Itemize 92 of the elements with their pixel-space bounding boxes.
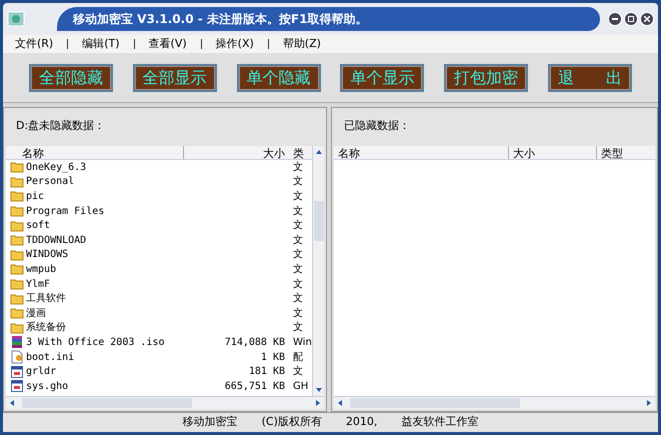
file-type: 文 [292,278,303,292]
toolbar-button[interactable]: 单个隐藏 [236,64,321,92]
toolbar-button[interactable]: 全部隐藏 [28,64,113,92]
file-type: 文 [292,292,303,306]
window-title: 移动加密宝 V3.1.0.0 - 未注册版本。按F1取得帮助。 [57,7,600,31]
file-name[interactable]: soft [26,218,50,234]
panel-title: 已隐藏数据： [344,118,410,134]
file-type: 配 [292,350,303,365]
file-name[interactable]: pic [26,188,44,204]
folder-icon [10,234,24,246]
app-icon [7,11,25,27]
column-header[interactable]: 大小 [184,146,289,159]
file-name[interactable]: sys.gho [26,378,68,394]
panel-title: D:盘未隐藏数据： [16,118,106,134]
program-file-icon [10,379,24,394]
file-name[interactable]: YlmF [26,276,50,292]
toolbar-button[interactable]: 打包加密 [444,64,528,92]
file-name[interactable]: grldr [26,364,56,380]
folder-icon [10,176,24,188]
toolbar-button[interactable]: 全部显示 [132,64,217,92]
toolbar-button[interactable]: 退 出 [548,64,632,92]
scrollbar-thumb[interactable] [350,398,520,408]
menu-item[interactable]: 操作(X) [216,36,254,52]
file-name[interactable]: OneKey_6.3 [26,160,86,175]
file-type: 文 [292,234,303,248]
file-type: 文 [292,218,303,234]
file-size: 665,751 KB [224,380,285,392]
file-type: 文 [292,262,303,277]
file-size: 1 KB [260,352,285,363]
scrollbar-thumb[interactable] [22,398,192,408]
file-type: 文 [292,190,303,204]
settings-file-icon [10,350,24,364]
folder-icon [10,205,24,218]
status-text: 2010, [346,414,378,430]
menu-item[interactable]: 查看(V) [148,36,187,52]
column-header[interactable]: 名称 [6,146,184,159]
status-text: (C)版权所有 [262,414,322,430]
folder-icon [10,292,24,305]
file-type: Win [292,336,312,350]
close-button[interactable] [640,12,654,26]
folder-icon [10,263,24,276]
file-type: 文 [292,364,303,380]
folder-icon [10,322,24,334]
horizontal-scrollbar[interactable] [6,396,324,409]
archive-icon [10,335,24,350]
scroll-down-icon[interactable] [316,388,322,392]
menu-item[interactable]: 帮助(Z) [282,36,321,52]
file-type: 文 [292,174,303,190]
scroll-right-icon[interactable] [647,400,651,406]
folder-icon [10,248,24,261]
file-name[interactable]: 漫画 [26,306,46,321]
folder-icon [10,278,24,290]
minimize-button[interactable] [608,12,622,26]
horizontal-scrollbar[interactable] [334,396,655,409]
file-type: 文 [292,248,303,262]
toolbar-button[interactable]: 单个显示 [340,64,424,92]
file-name[interactable]: 工具软件 [26,291,66,306]
folder-icon [10,220,24,232]
file-type: 文 [292,160,303,175]
column-header[interactable]: 类型 [597,146,623,159]
file-name[interactable]: 系统备份 [26,320,66,336]
file-size: 714,088 KB [224,336,285,348]
menu-item[interactable]: 文件(R) [15,36,54,52]
menu-item[interactable]: 编辑(T) [82,36,120,52]
scroll-right-icon[interactable] [316,400,320,406]
file-name[interactable]: WINDOWS [26,247,68,262]
column-header[interactable]: 名称 [334,146,509,159]
file-name[interactable]: Personal [26,174,74,190]
status-text: 益友软件工作室 [401,414,478,430]
scrollbar-thumb[interactable] [314,201,324,241]
file-name[interactable]: TDDOWNLOAD [26,232,86,248]
file-name[interactable]: 3 With Office 2003 .iso [26,334,164,350]
scroll-left-icon[interactable] [10,400,14,406]
file-size: 181 KB [248,366,285,378]
column-header[interactable]: 类 [289,146,312,159]
program-file-icon [10,364,24,379]
file-type: 文 [292,320,303,336]
file-name[interactable]: Program Files [26,204,104,219]
scroll-up-icon[interactable] [316,150,322,154]
scroll-left-icon[interactable] [338,400,342,406]
maximize-button[interactable] [624,12,638,26]
file-name[interactable]: boot.ini [26,350,74,365]
file-type: 文 [292,204,303,219]
column-header[interactable]: 大小 [509,146,597,159]
file-type: 文 [292,306,303,321]
file-type: GH [292,380,308,394]
file-name[interactable]: wmpub [26,262,56,277]
vertical-scrollbar[interactable] [312,146,324,396]
close-icon [644,16,650,22]
status-text: 移动加密宝 [182,414,238,430]
folder-icon [10,307,24,320]
folder-icon [10,190,24,202]
